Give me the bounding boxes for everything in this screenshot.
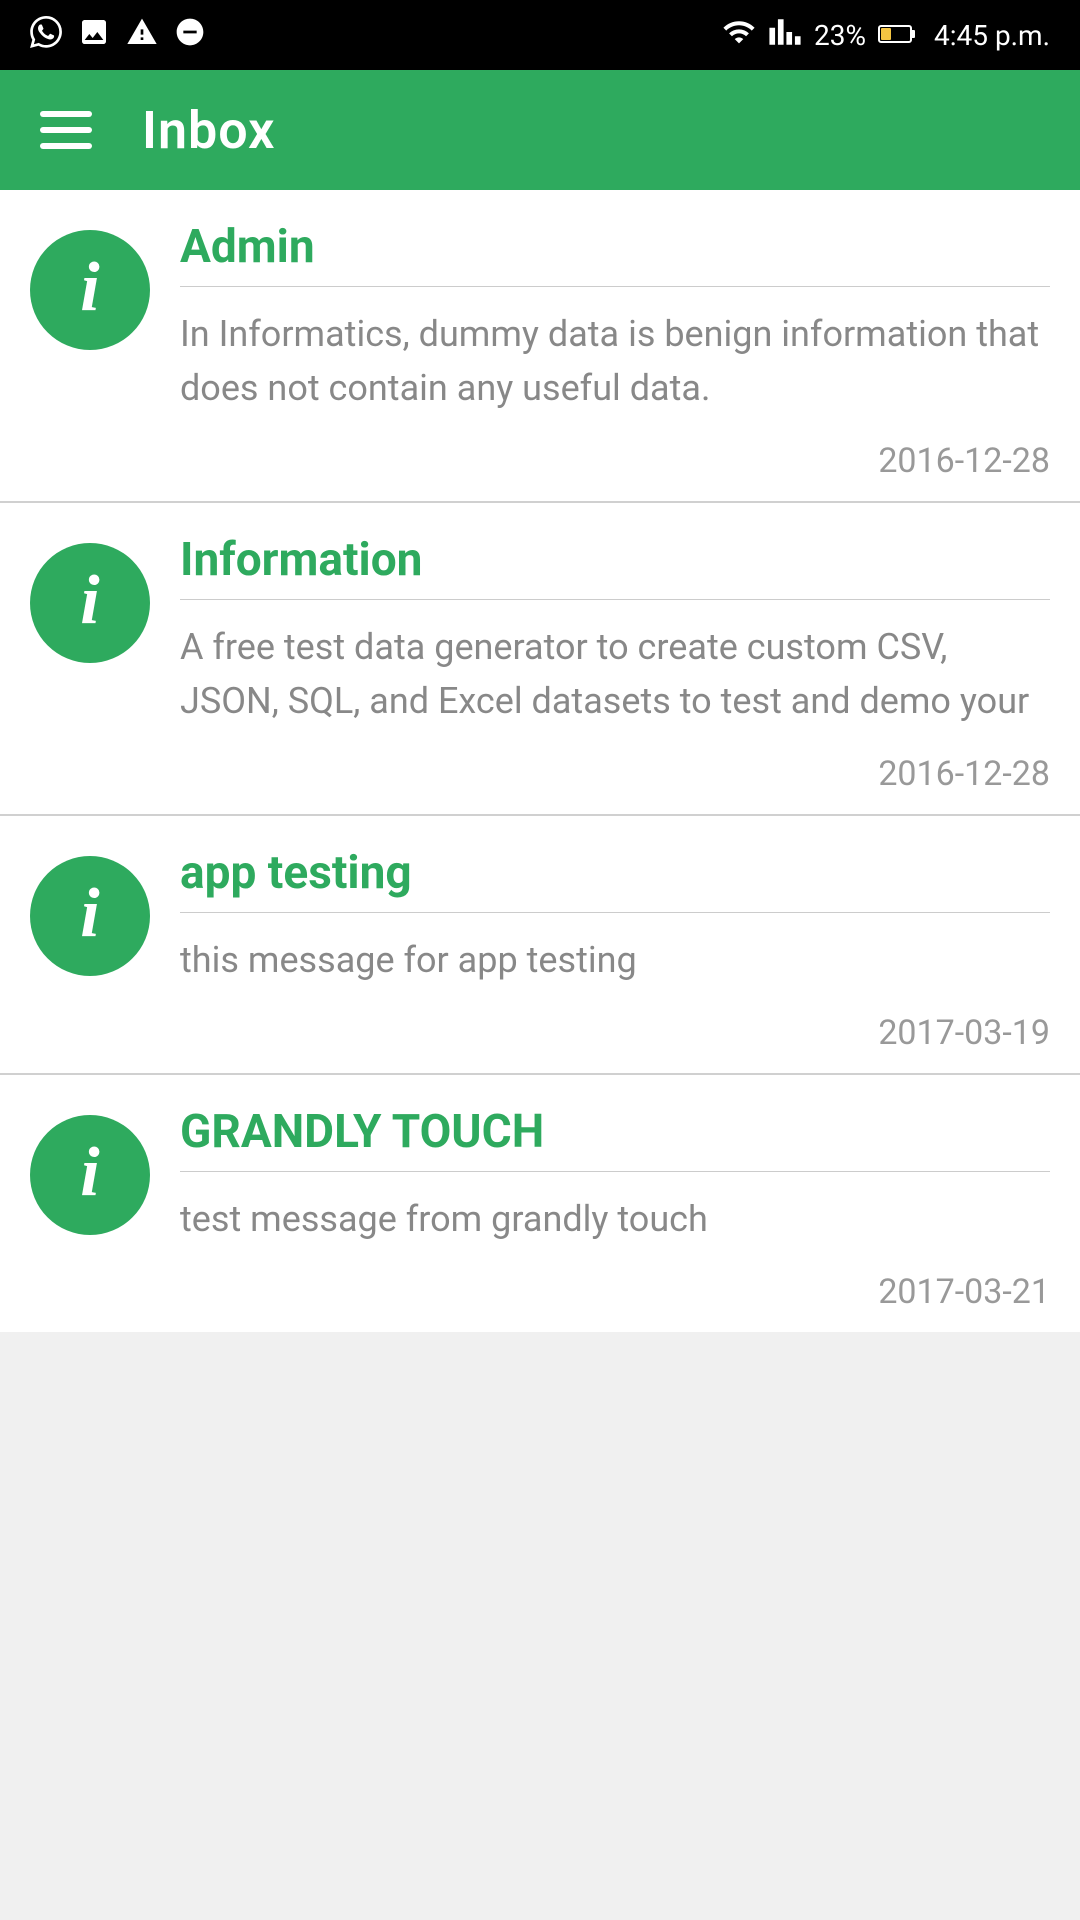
item-content-2: Information A free test data generator t…: [180, 533, 1050, 794]
image-icon: [78, 16, 110, 55]
item-content-4: GRANDLY TOUCH test message from grandly …: [180, 1105, 1050, 1312]
item-body-2: A free test data generator to create cus…: [180, 620, 1050, 728]
avatar-icon-2: i: [80, 566, 99, 636]
avatar-icon-1: i: [80, 253, 99, 323]
hamburger-menu-button[interactable]: [40, 111, 92, 149]
avatar-2: i: [30, 543, 150, 663]
item-body-1: In Informatics, dummy data is benign inf…: [180, 307, 1050, 415]
hamburger-line-3: [40, 143, 92, 149]
battery-icon: [878, 19, 916, 52]
item-title-3: app testing: [180, 846, 1050, 913]
warning-icon: [126, 16, 158, 55]
avatar-3: i: [30, 856, 150, 976]
whatsapp-icon: [30, 16, 62, 55]
app-bar: Inbox: [0, 70, 1080, 190]
page-title: Inbox: [142, 100, 275, 161]
inbox-item-4[interactable]: i GRANDLY TOUCH test message from grandl…: [0, 1075, 1080, 1332]
inbox-item-1[interactable]: i Admin In Informatics, dummy data is be…: [0, 190, 1080, 503]
item-body-4: test message from grandly touch: [180, 1192, 1050, 1246]
status-bar-left-icons: [30, 16, 206, 55]
item-date-1: 2016-12-28: [180, 435, 1050, 481]
item-title-1: Admin: [180, 220, 1050, 287]
item-title-2: Information: [180, 533, 1050, 600]
item-date-3: 2017-03-19: [180, 1007, 1050, 1053]
inbox-list: i Admin In Informatics, dummy data is be…: [0, 190, 1080, 1332]
signal-icon: [768, 15, 802, 56]
status-bar: 23% 4:45 p.m.: [0, 0, 1080, 70]
item-date-4: 2017-03-21: [180, 1266, 1050, 1312]
inbox-item-2[interactable]: i Information A free test data generator…: [0, 503, 1080, 816]
item-body-3: this message for app testing: [180, 933, 1050, 987]
status-bar-right-icons: 23% 4:45 p.m.: [722, 15, 1050, 56]
avatar-icon-4: i: [80, 1138, 99, 1208]
status-time: 4:45 p.m.: [934, 19, 1050, 52]
avatar-4: i: [30, 1115, 150, 1235]
bottom-area: [0, 1332, 1080, 1532]
item-date-2: 2016-12-28: [180, 748, 1050, 794]
avatar-icon-3: i: [80, 879, 99, 949]
no-disturb-icon: [174, 16, 206, 55]
item-content-3: app testing this message for app testing…: [180, 846, 1050, 1053]
item-content-1: Admin In Informatics, dummy data is beni…: [180, 220, 1050, 481]
avatar-1: i: [30, 230, 150, 350]
hamburger-line-2: [40, 127, 92, 133]
item-title-4: GRANDLY TOUCH: [180, 1105, 1050, 1172]
wifi-icon: [722, 15, 756, 56]
inbox-item-3[interactable]: i app testing this message for app testi…: [0, 816, 1080, 1075]
battery-percentage: 23%: [814, 19, 866, 52]
hamburger-line-1: [40, 111, 92, 117]
